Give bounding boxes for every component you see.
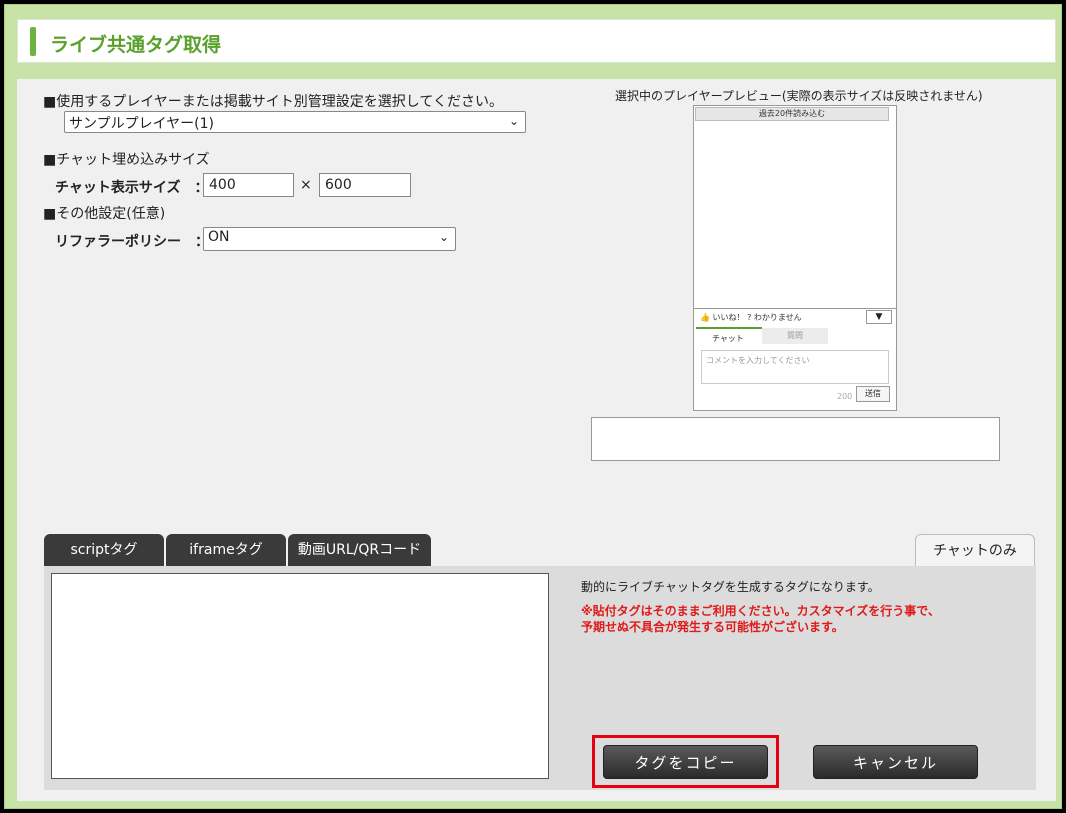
tab-script[interactable]: scriptタグ: [44, 534, 164, 566]
panel-description: 動的にライブチャットタグを生成するタグになります。: [581, 580, 880, 594]
other-section-label: ■その他設定(任意): [43, 206, 166, 222]
preview-output-box: [591, 417, 1000, 461]
player-select-value: サンプルプレイヤー(1): [69, 116, 214, 132]
char-count: 200: [837, 392, 853, 401]
thumbs-up-icon[interactable]: 👍: [700, 313, 710, 322]
active-tab-indicator: [696, 327, 762, 329]
question-icon[interactable]: ?: [747, 313, 751, 322]
page-title: ライブ共通タグ取得: [50, 34, 222, 56]
chat-size-label: チャット表示サイズ ：: [55, 180, 209, 196]
tab-video-url-qr[interactable]: 動画URL/QRコード: [288, 534, 431, 566]
player-section-label: ■使用するプレイヤーまたは掲載サイト別管理設定を選択してください。: [43, 94, 503, 110]
preview-divider: [694, 308, 896, 309]
preview-tab-question[interactable]: 質問: [762, 328, 828, 344]
chat-height-input[interactable]: 600: [319, 173, 411, 197]
like-label[interactable]: いいね！: [713, 313, 745, 322]
panel-warning-line-2: 予期せぬ不具合が発生する可能性がございます。: [581, 620, 844, 634]
chevron-down-icon: ⌄: [438, 230, 449, 244]
player-preview: 過去20件読み込む 👍 いいね！ ? わかりません ▼ チャット 質問 コメント…: [693, 105, 897, 411]
tab-iframe[interactable]: iframeタグ: [166, 534, 286, 566]
dont-understand-label[interactable]: わかりません: [754, 313, 802, 322]
send-button[interactable]: 送信: [856, 386, 890, 402]
chevron-down-icon: ⌄: [508, 114, 519, 128]
copy-tag-button[interactable]: タグをコピー: [603, 745, 768, 779]
cancel-button[interactable]: キャンセル: [813, 745, 978, 779]
chat-size-section-label: ■チャット埋め込みサイズ: [43, 152, 210, 168]
header-accent-bar: [30, 27, 36, 56]
referrer-select[interactable]: ON ⌄: [203, 227, 456, 251]
page-header: ライブ共通タグ取得: [17, 19, 1056, 63]
preview-dropdown-button[interactable]: ▼: [866, 310, 892, 324]
preview-caption: 選択中のプレイヤープレビュー(実際の表示サイズは反映されません): [615, 89, 983, 103]
triangle-down-icon: ▼: [875, 312, 883, 322]
main-content: ■使用するプレイヤーまたは掲載サイト別管理設定を選択してください。 サンプルプレ…: [17, 79, 1056, 801]
referrer-label: リファラーポリシー ：: [55, 234, 209, 250]
player-select[interactable]: サンプルプレイヤー(1) ⌄: [64, 111, 526, 133]
comment-input[interactable]: コメントを入力してください: [701, 350, 889, 384]
times-sign: ×: [300, 177, 312, 193]
reaction-bar: 👍 いいね！ ? わかりません: [700, 312, 802, 323]
tag-output-textarea[interactable]: [51, 573, 549, 779]
tab-chat-only[interactable]: チャットのみ: [915, 534, 1035, 566]
referrer-select-value: ON: [208, 229, 230, 245]
window-frame: ライブ共通タグ取得 ■使用するプレイヤーまたは掲載サイト別管理設定を選択してくだ…: [4, 4, 1062, 809]
chat-width-input[interactable]: 400: [203, 173, 294, 197]
panel-warning-line-1: ※貼付タグはそのままご利用ください。カスタマイズを行う事で、: [581, 604, 940, 618]
load-more-button[interactable]: 過去20件読み込む: [695, 107, 889, 121]
preview-tab-chat[interactable]: チャット: [712, 333, 744, 344]
